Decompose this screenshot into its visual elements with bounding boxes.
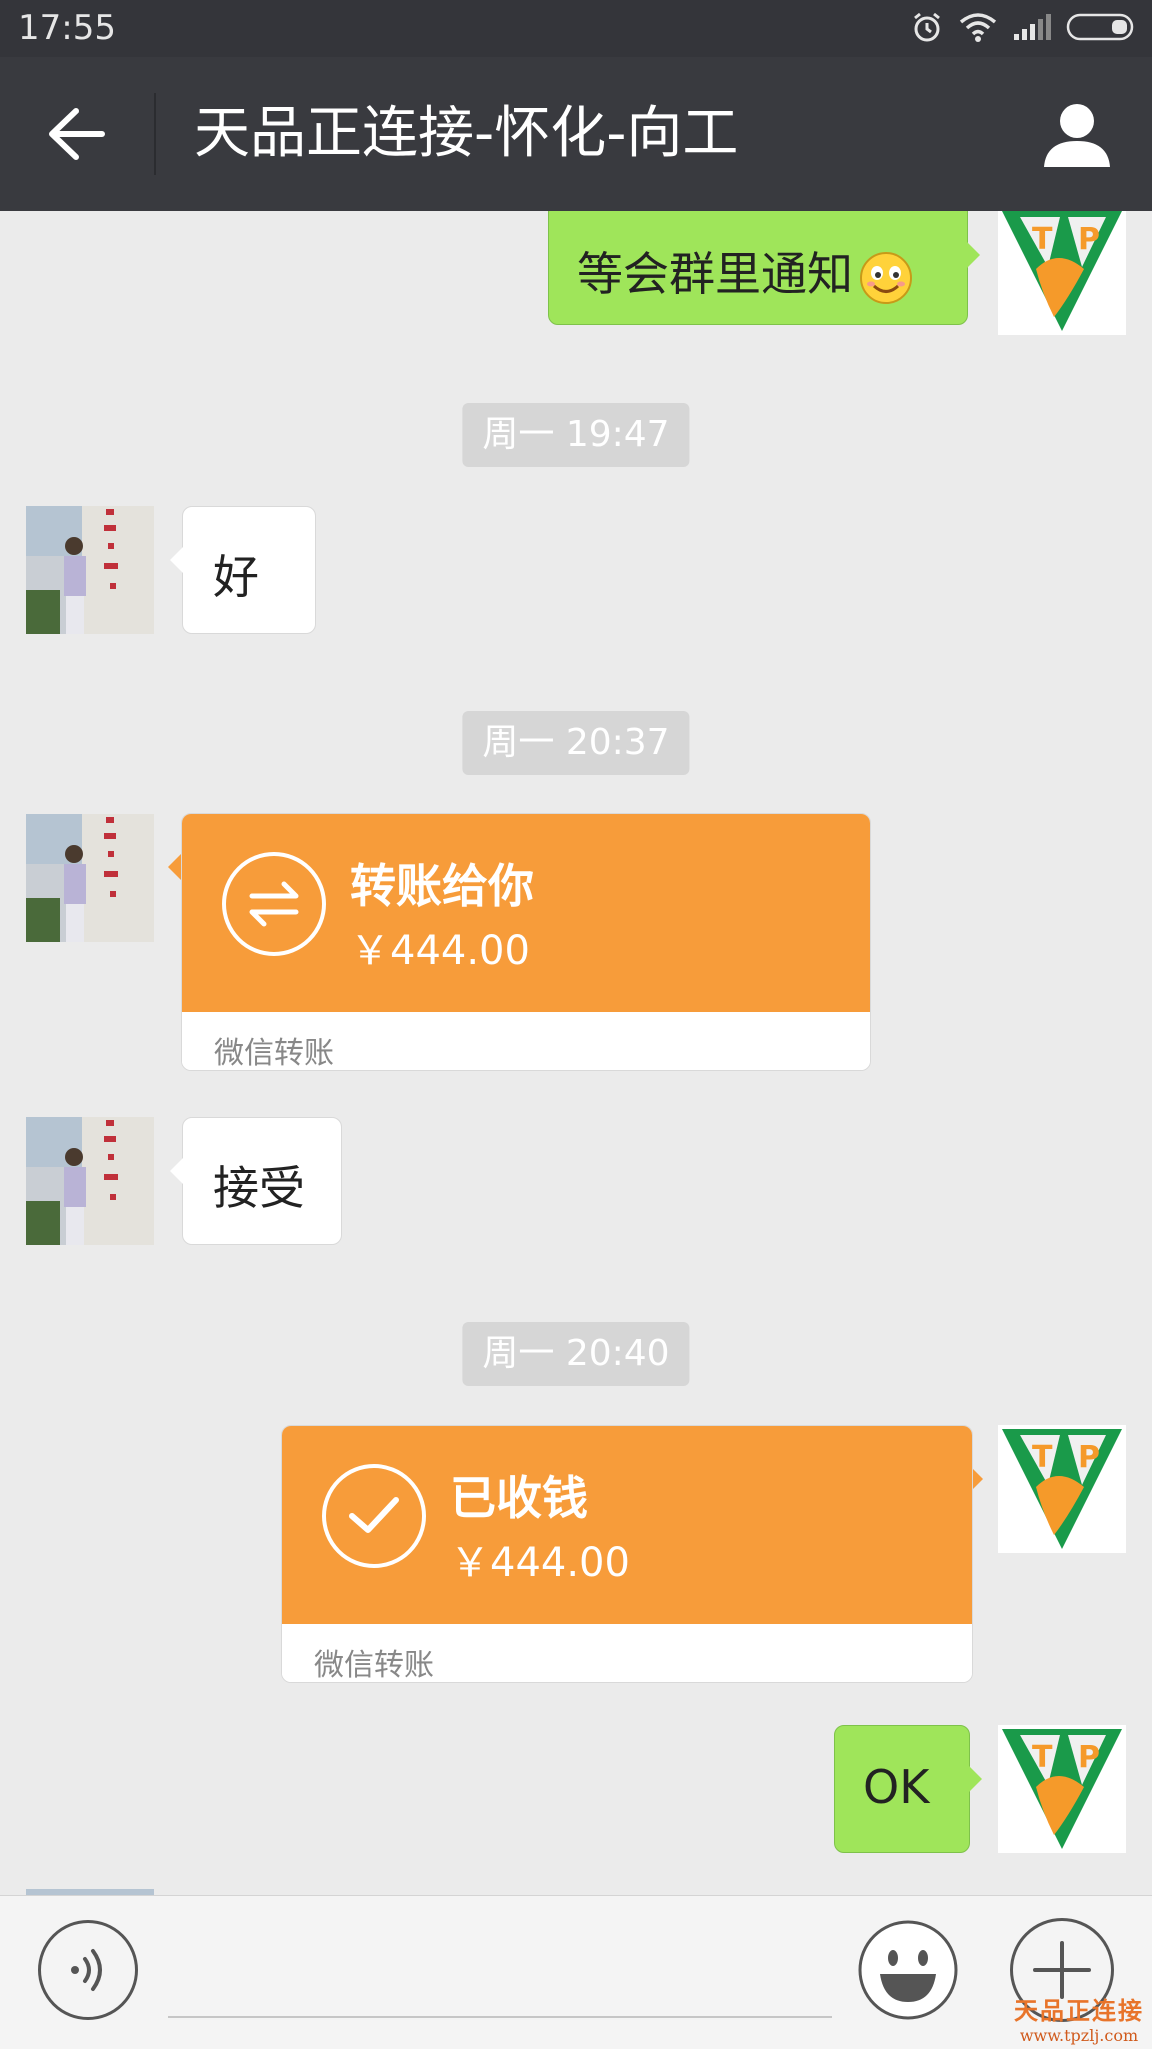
contact-avatar[interactable] <box>26 506 154 634</box>
back-arrow-icon[interactable] <box>40 99 110 169</box>
chat-info-person-icon[interactable] <box>1040 97 1114 171</box>
transfer-title: 转账给你 <box>350 859 534 913</box>
voice-wave-icon <box>71 1949 102 1991</box>
tp-logo-icon: T P <box>998 211 1126 335</box>
message-bubble-received[interactable]: 好 <box>170 506 316 634</box>
voice-input-button[interactable] <box>38 1920 138 2020</box>
transfer-amount: ￥444.00 <box>450 1540 630 1586</box>
svg-text:P: P <box>1078 1740 1100 1775</box>
bubble-tail <box>168 854 181 880</box>
transfer-title: 已收钱 <box>450 1471 588 1525</box>
message-text: 接受 <box>213 1161 305 1215</box>
time-separator: 周一 20:37 <box>462 711 690 775</box>
message-bubble-received[interactable]: 接受 <box>170 1117 342 1245</box>
signal-icon <box>1014 14 1051 40</box>
svg-text:P: P <box>1078 222 1100 257</box>
transfer-card-sent[interactable]: 已收钱 ￥444.00 微信转账 <box>281 1425 973 1683</box>
transfer-card-received[interactable]: 转账给你 ￥444.00 微信转账 <box>181 813 871 1071</box>
transfer-source-label: 微信转账 <box>314 1648 434 1683</box>
contact-photo <box>26 506 154 634</box>
message-text: 等会群里通知 <box>577 247 853 301</box>
svg-text:T: T <box>1032 222 1053 257</box>
svg-text:T: T <box>1032 1440 1053 1475</box>
message-bubble-sent[interactable]: OK <box>834 1725 982 1853</box>
tp-logo-icon: T P <box>998 1425 1126 1553</box>
svg-text:T: T <box>1032 1740 1053 1775</box>
watermark-url: www.tpzlj.com <box>1019 2026 1139 2045</box>
contact-avatar[interactable] <box>26 814 154 942</box>
self-avatar[interactable]: T P <box>998 1725 1126 1853</box>
tp-logo-icon: T P <box>998 1725 1126 1853</box>
message-input[interactable] <box>168 2016 832 2018</box>
status-time: 17:55 <box>18 8 116 48</box>
watermark-name: 天品正连接 <box>1014 1996 1144 2025</box>
alarm-icon <box>914 12 940 42</box>
time-separator: 周一 19:47 <box>462 403 690 467</box>
input-bar: 天品正连接 www.tpzlj.com <box>0 1895 1152 2049</box>
transfer-source-label: 微信转账 <box>214 1036 334 1071</box>
time-separator: 周一 20:40 <box>462 1322 690 1386</box>
wifi-icon <box>959 13 997 42</box>
chat-title: 天品正连接-怀化-向工 <box>194 101 739 166</box>
chat-header: 天品正连接-怀化-向工 <box>0 57 1152 211</box>
message-bubble-sent[interactable]: 等会群里通知 <box>548 211 980 325</box>
status-bar: 17:55 <box>0 0 1152 57</box>
smile-emoji-icon <box>860 251 912 304</box>
header-divider <box>154 93 156 175</box>
watermark: 天品正连接 www.tpzlj.com <box>1014 1991 1144 2045</box>
self-avatar[interactable]: T P <box>998 1425 1126 1553</box>
checkmark-icon <box>322 1464 426 1568</box>
self-avatar[interactable]: T P <box>998 211 1126 335</box>
message-text: 好 <box>213 550 259 604</box>
contact-photo <box>26 814 154 942</box>
svg-text:P: P <box>1078 1440 1100 1475</box>
message-text: OK <box>863 1760 930 1814</box>
contact-photo <box>26 1117 154 1245</box>
transfer-arrows-icon <box>222 852 326 956</box>
battery-icon <box>1066 13 1134 41</box>
emoji-button-icon[interactable] <box>856 1918 960 2022</box>
contact-avatar[interactable] <box>26 1117 154 1245</box>
message-list[interactable]: 等会群里通知 T P 周一 19:47 好 周一 20:37 转账给你 ￥444… <box>0 211 1152 1895</box>
transfer-amount: ￥444.00 <box>350 928 530 974</box>
